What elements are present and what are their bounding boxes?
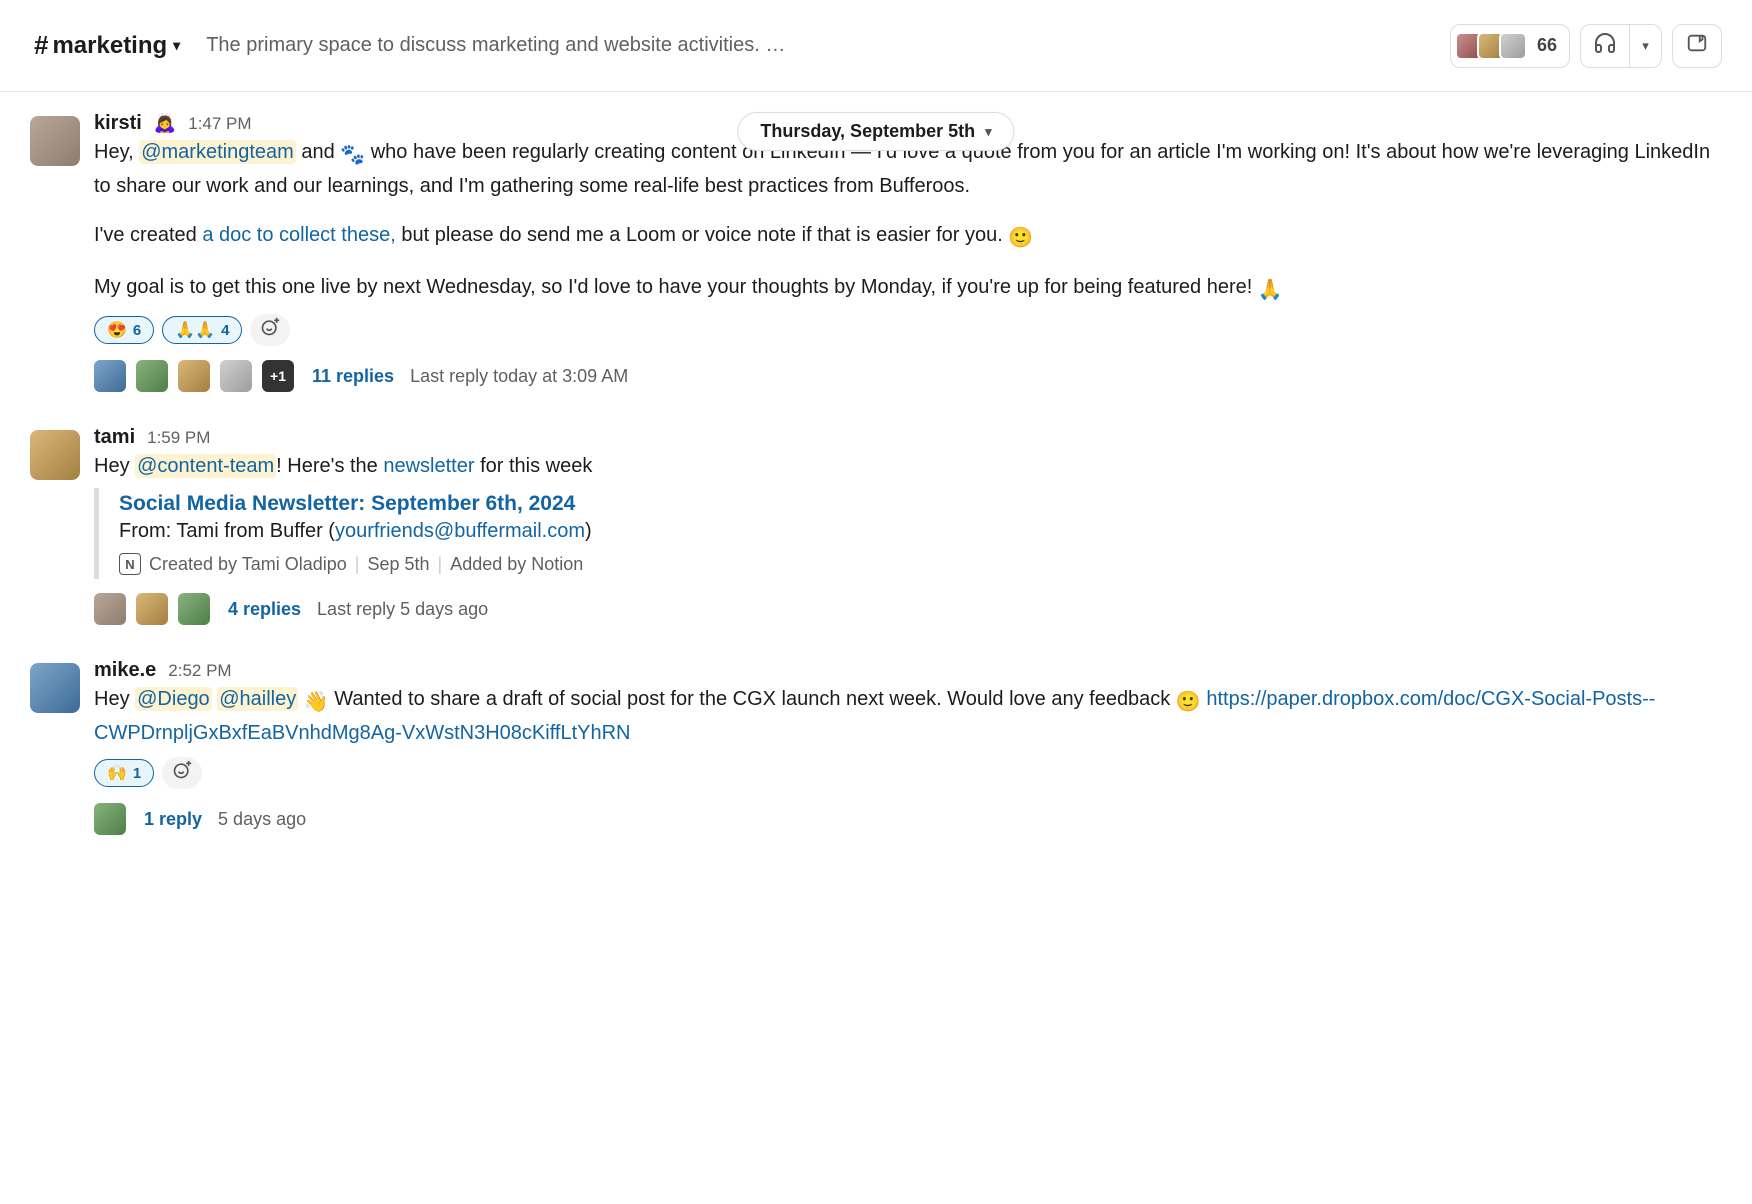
header-actions: 66 ▾: [1450, 24, 1722, 68]
channel-name-text: marketing: [52, 32, 167, 60]
last-reply: Last reply 5 days ago: [317, 599, 488, 620]
reaction-emoji: 🙏🙏: [175, 320, 215, 340]
reply-count: 4 replies: [228, 599, 301, 620]
message-body: tami 1:59 PM Hey @content-team! Here's t…: [94, 426, 1722, 625]
reaction[interactable]: 😍 6: [94, 316, 154, 344]
message-list: kirsti 🙇‍♀️ 1:47 PM Hey, @marketingteam …: [0, 92, 1752, 889]
message-header: mike.e 2:52 PM: [94, 659, 1722, 682]
timestamp[interactable]: 1:47 PM: [188, 114, 251, 134]
message: mike.e 2:52 PM Hey @Diego @hailley 👋 Wan…: [30, 649, 1722, 859]
emoji-pray: 🙏: [1258, 275, 1283, 306]
mention[interactable]: @hailley: [217, 687, 298, 711]
channel-topic[interactable]: The primary space to discuss marketing a…: [206, 34, 785, 57]
reaction-emoji: 🙌: [107, 763, 127, 783]
avatar: [1499, 32, 1527, 60]
timestamp[interactable]: 1:59 PM: [147, 428, 210, 448]
reaction-count: 4: [221, 322, 229, 339]
huddle-menu-button[interactable]: ▾: [1630, 24, 1662, 68]
reply-count: 1 reply: [144, 809, 202, 830]
attachment-from: From: Tami from Buffer (yourfriends@buff…: [119, 520, 1722, 543]
user-avatar[interactable]: [30, 430, 80, 480]
reply-avatar: [178, 360, 210, 392]
custom-emoji: 🐾: [340, 140, 365, 171]
reply-avatar: [94, 803, 126, 835]
chevron-down-icon: ▾: [985, 124, 992, 140]
huddle-button-group: ▾: [1580, 24, 1662, 68]
emoji-smile: 🙂: [1176, 687, 1201, 718]
add-reaction-icon: [260, 317, 280, 343]
user-avatar[interactable]: [30, 116, 80, 166]
link[interactable]: newsletter: [383, 455, 474, 477]
members-button[interactable]: 66: [1450, 24, 1570, 68]
user-name[interactable]: mike.e: [94, 659, 156, 682]
canvas-button[interactable]: [1672, 24, 1722, 68]
mention[interactable]: @content-team: [135, 454, 276, 478]
date-divider: Thursday, September 5th ▾: [737, 112, 1014, 151]
message-body: mike.e 2:52 PM Hey @Diego @hailley 👋 Wan…: [94, 659, 1722, 835]
emoji-smile: 🙂: [1008, 223, 1033, 254]
thread-summary[interactable]: 1 reply 5 days ago: [94, 803, 1722, 835]
member-avatars: [1455, 32, 1527, 60]
message: tami 1:59 PM Hey @content-team! Here's t…: [30, 416, 1722, 649]
message-text: Hey @Diego @hailley 👋 Wanted to share a …: [94, 684, 1722, 749]
reaction[interactable]: 🙏🙏 4: [162, 316, 242, 344]
user-name[interactable]: kirsti: [94, 112, 142, 135]
reply-avatar: [94, 593, 126, 625]
add-reaction-icon: [172, 760, 192, 786]
headphones-icon: [1593, 31, 1617, 61]
attachment-email-link[interactable]: yourfriends@buffermail.com: [335, 520, 585, 542]
message-text: Hey @content-team! Here's the newsletter…: [94, 451, 1722, 482]
canvas-icon: [1686, 32, 1708, 60]
channel-name-button[interactable]: # marketing ▾: [34, 30, 180, 61]
reply-avatar: [94, 360, 126, 392]
add-reaction-button[interactable]: [250, 314, 290, 346]
timestamp[interactable]: 2:52 PM: [168, 661, 231, 681]
chevron-down-icon: ▾: [173, 37, 180, 54]
attachment-title: Social Media Newsletter: September 6th, …: [119, 492, 1722, 516]
reply-avatar-overflow: +1: [262, 360, 294, 392]
last-reply: Last reply today at 3:09 AM: [410, 366, 628, 387]
attachment-meta: N Created by Tami Oladipo | Sep 5th | Ad…: [119, 553, 1722, 575]
reply-avatar: [136, 360, 168, 392]
user-avatar[interactable]: [30, 663, 80, 713]
hash-icon: #: [34, 30, 48, 61]
reply-count: 11 replies: [312, 366, 394, 387]
reaction-count: 1: [133, 765, 141, 782]
link[interactable]: a doc to collect these,: [202, 224, 395, 246]
member-count: 66: [1537, 35, 1557, 56]
reply-avatar: [136, 593, 168, 625]
attachment[interactable]: Social Media Newsletter: September 6th, …: [94, 488, 1722, 579]
reactions: 🙌 1: [94, 757, 1722, 789]
message-header: tami 1:59 PM: [94, 426, 1722, 449]
message-body: kirsti 🙇‍♀️ 1:47 PM Hey, @marketingteam …: [94, 112, 1722, 392]
mention[interactable]: @Diego: [135, 687, 212, 711]
notion-icon: N: [119, 553, 141, 575]
date-label: Thursday, September 5th: [760, 121, 975, 142]
reactions: 😍 6 🙏🙏 4: [94, 314, 1722, 346]
user-name[interactable]: tami: [94, 426, 135, 449]
reaction-emoji: 😍: [107, 320, 127, 340]
huddle-button[interactable]: [1580, 24, 1630, 68]
message-text: Hey, @marketingteam and 🐾 who have been …: [94, 137, 1722, 306]
emoji-wave: 👋: [304, 687, 329, 718]
last-reply: 5 days ago: [218, 809, 306, 830]
reply-avatar: [220, 360, 252, 392]
reaction-count: 6: [133, 322, 141, 339]
date-jump-button[interactable]: Thursday, September 5th ▾: [737, 112, 1014, 151]
mention[interactable]: @marketingteam: [139, 140, 296, 164]
thread-summary[interactable]: +1 11 replies Last reply today at 3:09 A…: [94, 360, 1722, 392]
reaction[interactable]: 🙌 1: [94, 759, 154, 787]
channel-header: # marketing ▾ The primary space to discu…: [0, 0, 1752, 92]
add-reaction-button[interactable]: [162, 757, 202, 789]
thread-summary[interactable]: 4 replies Last reply 5 days ago: [94, 593, 1722, 625]
chevron-down-icon: ▾: [1642, 38, 1649, 54]
status-emoji: 🙇‍♀️: [154, 113, 176, 134]
reply-avatar: [178, 593, 210, 625]
